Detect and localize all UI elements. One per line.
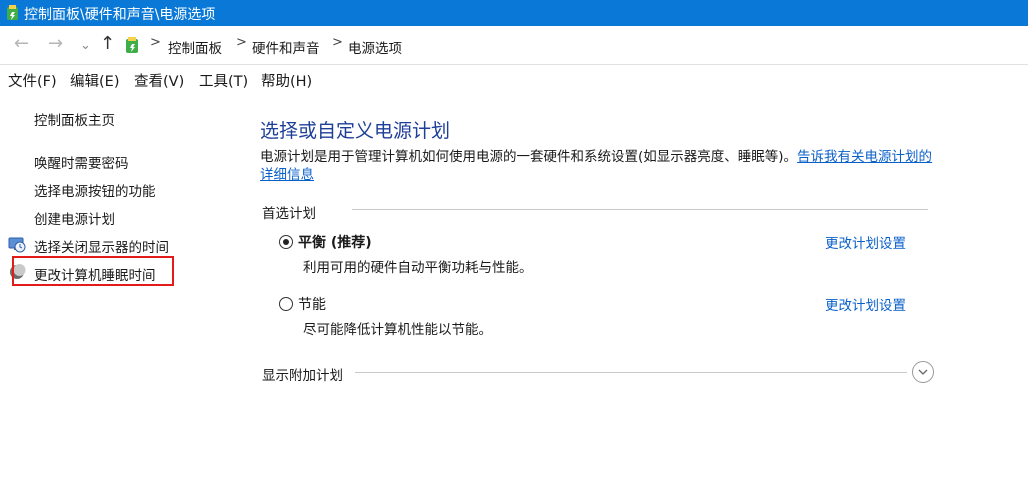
menu-help[interactable]: 帮助(H): [261, 70, 312, 91]
balanced-plan-radio[interactable]: [279, 235, 293, 249]
highlight-box: [12, 256, 174, 286]
breadcrumb-separator[interactable]: >: [150, 35, 161, 50]
breadcrumb-control-panel[interactable]: 控制面板: [168, 37, 222, 57]
back-arrow-icon[interactable]: ←: [14, 34, 29, 54]
window-title: 控制面板\硬件和声音\电源选项: [24, 7, 216, 23]
control-panel-icon: [7, 5, 18, 20]
power-saver-change-settings-link[interactable]: 更改计划设置: [825, 294, 906, 314]
balanced-plan-description: 利用可用的硬件自动平衡功耗与性能。: [303, 260, 533, 276]
description-text: 电源计划是用于管理计算机如何使用电源的一套硬件和系统设置(如显示器亮度、睡眠等)…: [260, 149, 798, 165]
up-arrow-icon[interactable]: ↑: [100, 34, 115, 54]
show-additional-plans-label[interactable]: 显示附加计划: [262, 364, 343, 384]
recent-locations-chevron-icon[interactable]: ⌄: [80, 36, 91, 56]
expand-chevron-icon[interactable]: [912, 361, 934, 383]
menu-view[interactable]: 查看(V): [134, 70, 184, 91]
menu-edit[interactable]: 编辑(E): [70, 70, 119, 91]
menu-tools[interactable]: 工具(T): [199, 70, 248, 91]
sidebar-home-link[interactable]: 控制面板主页: [34, 109, 115, 129]
sidebar-item-power-button[interactable]: 选择电源按钮的功能: [34, 180, 156, 200]
sidebar-item-display-off-time[interactable]: 选择关闭显示器的时间: [34, 236, 169, 256]
sidebar-item-wake-password[interactable]: 唤醒时需要密码: [34, 152, 129, 172]
sidebar-item-create-plan[interactable]: 创建电源计划: [34, 208, 115, 228]
section-divider: [355, 372, 907, 373]
breadcrumb-hardware-sound[interactable]: 硬件和声音: [252, 37, 320, 57]
power-saver-plan-name[interactable]: 节能: [298, 294, 326, 314]
section-divider: [352, 209, 928, 210]
page-description: 电源计划是用于管理计算机如何使用电源的一套硬件和系统设置(如显示器亮度、睡眠等)…: [260, 148, 940, 184]
power-saver-plan-description: 尽可能降低计算机性能以节能。: [303, 322, 492, 338]
breadcrumb-separator[interactable]: >: [236, 35, 247, 50]
forward-arrow-icon[interactable]: →: [48, 34, 63, 54]
power-saver-plan-radio[interactable]: [279, 297, 293, 311]
balanced-change-settings-link[interactable]: 更改计划设置: [825, 232, 906, 252]
page-title: 选择或自定义电源计划: [260, 120, 451, 142]
breadcrumb-separator[interactable]: >: [332, 35, 343, 50]
title-bar: 控制面板\硬件和声音\电源选项: [0, 0, 1028, 26]
balanced-plan-name[interactable]: 平衡 (推荐): [298, 232, 372, 252]
breadcrumb-power-options[interactable]: 电源选项: [348, 37, 402, 57]
menu-file[interactable]: 文件(F): [8, 70, 57, 91]
menu-bar: 文件(F) 编辑(E) 查看(V) 工具(T) 帮助(H): [0, 65, 1028, 93]
control-panel-address-icon: [126, 37, 138, 53]
navigation-bar: ← → ⌄ ↑ > 控制面板 > 硬件和声音 > 电源选项: [0, 26, 1028, 65]
monitor-clock-icon: [8, 237, 26, 253]
preferred-plans-label: 首选计划: [262, 206, 316, 222]
